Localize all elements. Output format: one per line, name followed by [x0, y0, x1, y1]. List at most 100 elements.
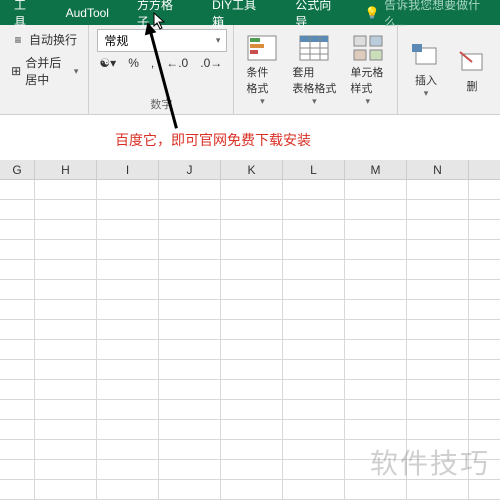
cell[interactable] [221, 240, 283, 259]
cell[interactable] [35, 380, 97, 399]
cell-styles-button[interactable]: 单元格样式 ▾ [346, 32, 389, 109]
number-format-dropdown[interactable]: 常规 ▾ [97, 29, 227, 52]
cell[interactable] [283, 320, 345, 339]
cell[interactable] [345, 300, 407, 319]
cell[interactable] [97, 420, 159, 439]
cell[interactable] [159, 240, 221, 259]
cell[interactable] [97, 480, 159, 499]
cell[interactable] [345, 380, 407, 399]
cell[interactable] [159, 200, 221, 219]
cell[interactable] [97, 400, 159, 419]
cell[interactable] [221, 400, 283, 419]
cell[interactable] [35, 440, 97, 459]
cell[interactable] [407, 260, 469, 279]
cell[interactable] [35, 340, 97, 359]
cell[interactable] [0, 280, 35, 299]
cell[interactable] [97, 320, 159, 339]
cell[interactable] [345, 400, 407, 419]
cell[interactable] [0, 480, 35, 499]
cell[interactable] [283, 300, 345, 319]
cell[interactable] [345, 340, 407, 359]
cell[interactable] [221, 360, 283, 379]
column-header-L[interactable]: L [283, 160, 345, 179]
cell[interactable] [283, 200, 345, 219]
column-header-G[interactable]: G [0, 160, 35, 179]
cell[interactable] [345, 480, 407, 499]
cell[interactable] [35, 420, 97, 439]
column-header-N[interactable]: N [407, 160, 469, 179]
cell[interactable] [407, 480, 469, 499]
cell[interactable] [97, 220, 159, 239]
column-header-K[interactable]: K [221, 160, 283, 179]
cell[interactable] [159, 440, 221, 459]
cell[interactable] [35, 460, 97, 479]
merge-center-button[interactable]: ⊞ 合并后居中 ▾ [8, 52, 80, 90]
tab-audtool[interactable]: AudTool [52, 0, 123, 25]
cell[interactable] [221, 440, 283, 459]
conditional-format-button[interactable]: 条件格式 ▾ [242, 32, 282, 109]
cell[interactable] [159, 280, 221, 299]
cell[interactable] [97, 440, 159, 459]
decrease-decimal-button[interactable]: .0→ [198, 54, 224, 72]
cell[interactable] [35, 220, 97, 239]
cell[interactable] [345, 260, 407, 279]
cell[interactable] [0, 320, 35, 339]
cell[interactable] [407, 280, 469, 299]
column-header-H[interactable]: H [35, 160, 97, 179]
cell[interactable] [283, 220, 345, 239]
cell[interactable] [407, 400, 469, 419]
cell[interactable] [221, 480, 283, 499]
cell[interactable] [35, 200, 97, 219]
cell[interactable] [283, 420, 345, 439]
cell[interactable] [407, 340, 469, 359]
cell[interactable] [283, 480, 345, 499]
cell[interactable] [407, 180, 469, 199]
cell[interactable] [283, 460, 345, 479]
cell[interactable] [221, 260, 283, 279]
cell[interactable] [0, 300, 35, 319]
cell[interactable] [221, 320, 283, 339]
cell[interactable] [283, 340, 345, 359]
cell[interactable] [0, 460, 35, 479]
cell[interactable] [35, 180, 97, 199]
delete-button[interactable]: 删 [452, 46, 492, 96]
cell[interactable] [97, 200, 159, 219]
cell[interactable] [0, 420, 35, 439]
cell[interactable] [345, 240, 407, 259]
cell[interactable] [159, 380, 221, 399]
tab-diy[interactable]: DIY工具箱 [198, 0, 281, 25]
cell[interactable] [35, 300, 97, 319]
cell[interactable] [0, 380, 35, 399]
cell[interactable] [221, 220, 283, 239]
cell[interactable] [159, 340, 221, 359]
cell[interactable] [0, 220, 35, 239]
cell[interactable] [97, 360, 159, 379]
cell[interactable] [0, 180, 35, 199]
cell[interactable] [0, 260, 35, 279]
cell[interactable] [35, 480, 97, 499]
cell[interactable] [407, 380, 469, 399]
cell[interactable] [407, 240, 469, 259]
cell[interactable] [35, 320, 97, 339]
cell[interactable] [35, 280, 97, 299]
cell[interactable] [97, 180, 159, 199]
cell[interactable] [159, 260, 221, 279]
cell[interactable] [345, 180, 407, 199]
cell[interactable] [97, 280, 159, 299]
cell[interactable] [0, 340, 35, 359]
cell[interactable] [159, 480, 221, 499]
cell[interactable] [0, 360, 35, 379]
cell[interactable] [35, 260, 97, 279]
cell[interactable] [345, 420, 407, 439]
cell[interactable] [159, 400, 221, 419]
cell[interactable] [283, 240, 345, 259]
cell[interactable] [97, 240, 159, 259]
table-format-button[interactable]: 套用 表格格式 ▾ [288, 32, 340, 109]
column-header-M[interactable]: M [345, 160, 407, 179]
cell[interactable] [283, 400, 345, 419]
cell[interactable] [345, 220, 407, 239]
cell[interactable] [407, 420, 469, 439]
cell[interactable] [345, 320, 407, 339]
cell[interactable] [159, 180, 221, 199]
currency-button[interactable]: ☯▾ [97, 54, 118, 72]
